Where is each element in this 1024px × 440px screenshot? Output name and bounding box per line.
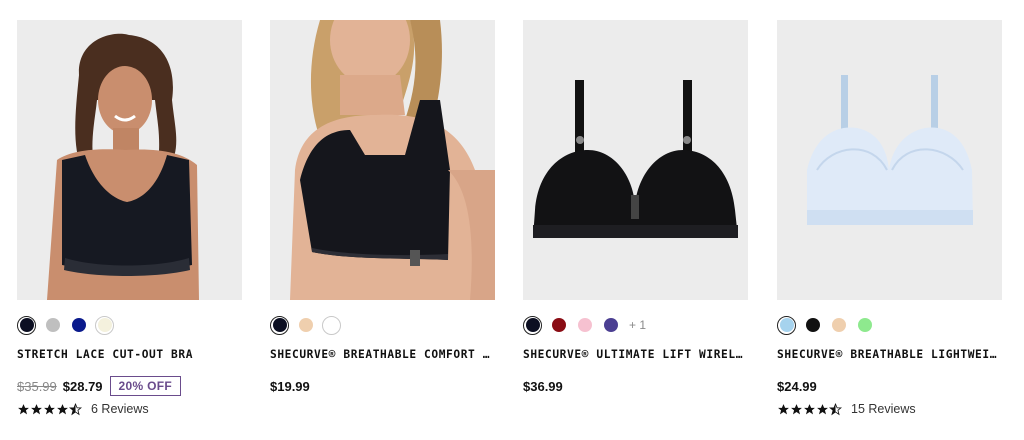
color-swatches: + 1 [523,315,748,335]
color-swatch[interactable] [803,316,822,335]
star-icon [817,403,828,414]
star-icon [18,403,29,414]
light-blue-lightweight-bra-image [777,20,1002,300]
product-image[interactable] [777,20,1002,300]
color-swatch[interactable] [43,316,62,335]
star-icon [57,403,68,414]
color-swatches [777,315,1002,335]
color-swatch[interactable] [270,315,289,335]
product-image[interactable] [17,20,242,300]
color-swatch[interactable] [322,315,341,335]
half-star-icon [69,402,82,415]
sale-price: $28.79 [62,378,103,394]
price-row: $19.99 [270,376,495,396]
color-swatch[interactable] [855,316,874,335]
color-swatch[interactable] [575,316,594,335]
product-card[interactable]: SHECURVE® BREATHABLE LIGHTWEIGHT BRA $24… [777,20,1002,417]
original-price: $35.99 [17,378,57,394]
star-icon [778,403,789,414]
color-swatch[interactable] [95,315,114,335]
model-black-lace-trim-bra-image [270,20,495,300]
price: $24.99 [777,378,817,394]
price-row: $36.99 [523,376,748,396]
product-title[interactable]: SHECURVE® BREATHABLE LIGHTWEIGHT BRA [777,348,1002,361]
star-rating [777,402,842,416]
rating-row: 15 Reviews [777,401,1002,417]
product-grid: STRETCH LACE CUT-OUT BRA $35.99 $28.79 2… [17,20,1003,420]
product-card[interactable]: + 1 SHECURVE® ULTIMATE LIFT WIRELESS BRA… [523,20,748,396]
price: $19.99 [270,378,310,394]
model-black-lace-crop-bra-image [17,20,242,300]
product-image[interactable] [523,20,748,300]
product-title[interactable]: STRETCH LACE CUT-OUT BRA [17,348,242,361]
product-card[interactable]: SHECURVE® BREATHABLE COMFORT PUSH-UP BRA… [270,20,495,396]
more-colors[interactable]: + 1 [629,318,646,332]
color-swatches [270,315,495,335]
star-rating [17,402,82,416]
color-swatch[interactable] [69,316,88,335]
half-star-icon [829,402,842,415]
color-swatch[interactable] [523,315,542,335]
price-row: $35.99 $28.79 20% OFF [17,376,242,396]
product-title[interactable]: SHECURVE® BREATHABLE COMFORT PUSH-UP BRA [270,348,495,361]
color-swatch[interactable] [296,316,315,335]
review-count[interactable]: 6 Reviews [91,402,149,416]
color-swatch[interactable] [17,315,36,335]
product-card[interactable]: STRETCH LACE CUT-OUT BRA $35.99 $28.79 2… [17,20,242,417]
color-swatch[interactable] [549,316,568,335]
color-swatch[interactable] [601,316,620,335]
product-image[interactable] [270,20,495,300]
color-swatches [17,315,242,335]
star-icon [791,403,802,414]
review-count[interactable]: 15 Reviews [851,402,916,416]
star-icon [804,403,815,414]
price: $36.99 [523,378,563,394]
rating-row: 6 Reviews [17,401,242,417]
discount-badge: 20% OFF [109,376,181,396]
black-mesh-wireless-bra-image [523,20,748,300]
star-icon [31,403,42,414]
price-row: $24.99 [777,376,1002,396]
color-swatch[interactable] [829,316,848,335]
color-swatch[interactable] [777,315,796,335]
product-title[interactable]: SHECURVE® ULTIMATE LIFT WIRELESS BRA [523,348,748,361]
star-icon [44,403,55,414]
